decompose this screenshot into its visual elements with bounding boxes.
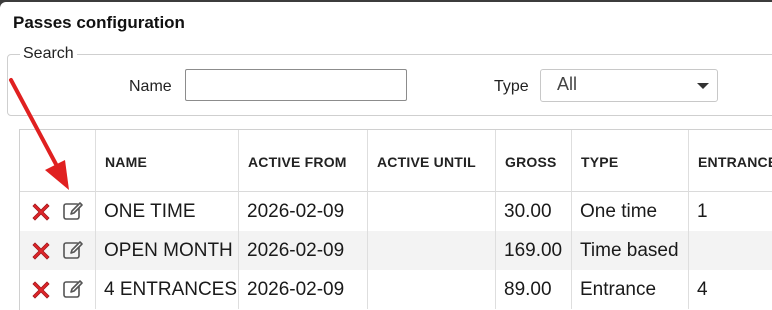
name-search-input[interactable]	[185, 69, 407, 101]
column-header-type[interactable]: TYPE	[572, 130, 689, 192]
delete-x-icon[interactable]	[30, 201, 52, 223]
cell-gross: 169.00	[496, 231, 572, 270]
table-row[interactable]: OPEN MONTH 2026-02-09 169.00 Time based	[20, 231, 772, 270]
cell-active-until	[368, 270, 496, 309]
cell-active-until	[368, 192, 496, 231]
search-legend: Search	[20, 45, 77, 63]
type-label: Type	[494, 78, 529, 95]
table-row[interactable]: ONE TIME 2026-02-09 30.00 One time 1	[20, 192, 772, 231]
type-dropdown[interactable]: All	[540, 69, 718, 102]
column-header-name[interactable]: NAME	[96, 130, 239, 192]
name-label: Name	[129, 78, 172, 95]
column-header-entrances[interactable]: ENTRANCES	[689, 130, 772, 192]
row-actions	[20, 231, 96, 270]
actions-column-header	[20, 130, 96, 192]
column-header-gross[interactable]: GROSS	[496, 130, 572, 192]
edit-icon[interactable]	[61, 277, 85, 301]
cell-name: 4 ENTRANCES	[96, 270, 239, 309]
row-actions	[20, 192, 96, 231]
cell-active-from: 2026-02-09	[239, 231, 368, 270]
passes-configuration-window: Passes configuration Search Name Type Al…	[0, 2, 772, 310]
cell-type: Entrance	[572, 270, 689, 309]
column-header-active-from[interactable]: ACTIVE FROM	[239, 130, 368, 192]
edit-icon[interactable]	[61, 238, 85, 262]
edit-icon[interactable]	[61, 199, 85, 223]
cell-name: ONE TIME	[96, 192, 239, 231]
delete-x-icon[interactable]	[30, 279, 52, 301]
row-actions	[20, 270, 96, 309]
type-dropdown-value: All	[557, 74, 578, 94]
cell-type: Time based	[572, 231, 689, 270]
cell-active-until	[368, 231, 496, 270]
search-group: Search Name Type All	[7, 45, 772, 116]
window-title: Passes configuration	[13, 13, 185, 32]
cell-name: OPEN MONTH	[96, 231, 239, 270]
chevron-down-icon	[697, 83, 709, 89]
cell-gross: 89.00	[496, 270, 572, 309]
column-header-active-until[interactable]: ACTIVE UNTIL	[368, 130, 496, 192]
delete-x-icon[interactable]	[30, 240, 52, 262]
table-row[interactable]: 4 ENTRANCES 2026-02-09 89.00 Entrance 4	[20, 270, 772, 309]
cell-entrances	[689, 231, 772, 270]
cell-active-from: 2026-02-09	[239, 192, 368, 231]
cell-type: One time	[572, 192, 689, 231]
cell-entrances: 1	[697, 201, 708, 222]
cell-entrances: 4	[697, 279, 708, 300]
passes-table: NAME ACTIVE FROM ACTIVE UNTIL GROSS TYPE…	[19, 129, 772, 310]
cell-active-from: 2026-02-09	[239, 270, 368, 309]
cell-gross: 30.00	[496, 192, 572, 231]
